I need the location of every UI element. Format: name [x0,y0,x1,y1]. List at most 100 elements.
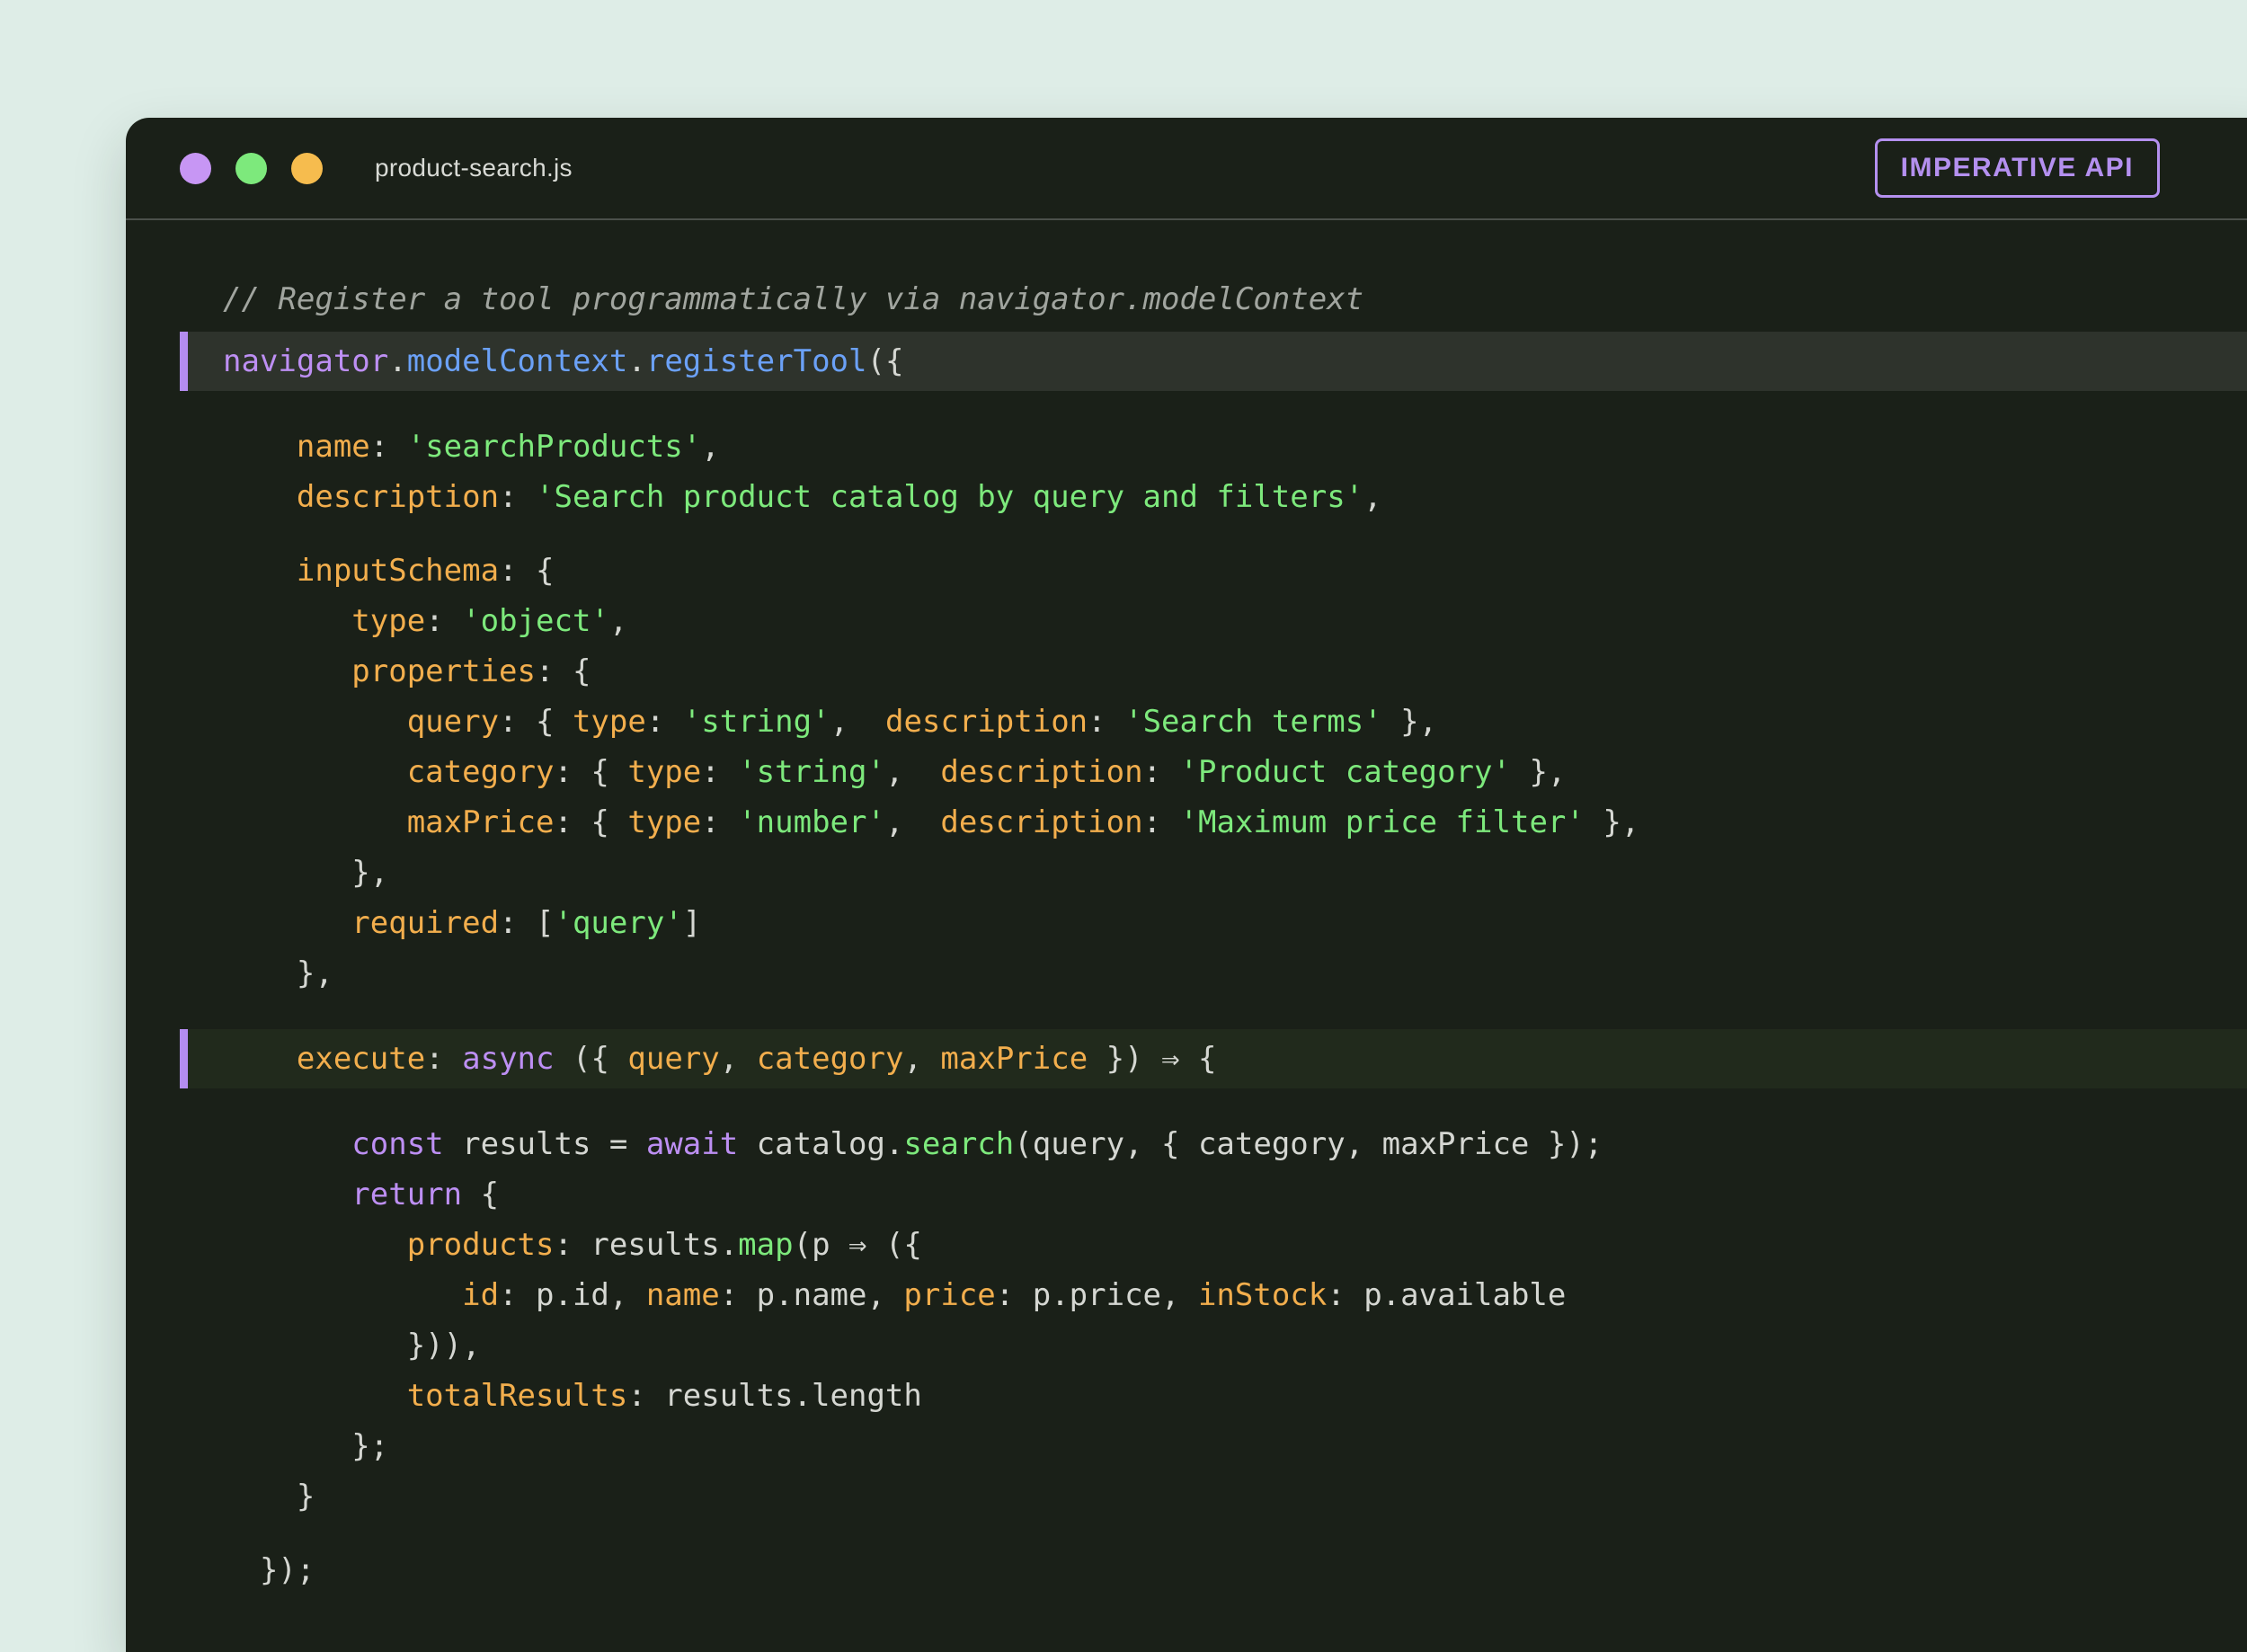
code-blank-line [126,1522,2247,1545]
code-token: 'query' [554,905,682,941]
code-token: 'number' [738,804,885,840]
code-line: query: { type: 'string', description: 'S… [126,697,2247,747]
code-token: : { [536,653,591,689]
code-token: category [757,1041,904,1077]
code-token: : results. [554,1227,738,1263]
code-token: modelContext [407,343,628,379]
code-token: : p.price, [996,1277,1198,1313]
code-line: }, [126,948,2247,999]
window-title: product-search.js [375,154,573,182]
code-token: (query, { category, maxPrice }); [1014,1126,1603,1162]
code-token: 'searchProducts' [407,429,702,465]
code-token: totalResults [407,1378,628,1414]
code-token: description [885,704,1088,740]
code-token: async [462,1041,554,1077]
code-token: : { [554,754,627,790]
code-token: 'Search product catalog by query and fil… [536,479,1363,515]
code-token: , [609,603,627,639]
code-token: : [425,1041,462,1077]
code-token: type [627,754,701,790]
editor-window: product-search.js IMPERATIVE API // Regi… [126,118,2247,1652]
code-line: execute: async ({ query, category, maxPr… [180,1029,2247,1088]
code-token: inStock [1198,1277,1327,1313]
close-window-icon[interactable] [180,153,211,184]
code-token: }, [1382,704,1437,740]
code-token: : [701,754,738,790]
code-token: navigator [223,343,388,379]
code-token: await [646,1126,738,1162]
code-token: }) ⇒ { [1088,1041,1216,1077]
code-token: : results.length [627,1378,922,1414]
code-token: : { [499,553,554,589]
code-token: : [701,804,738,840]
code-token: type [573,704,646,740]
code-token: : [646,704,683,740]
code-token: , [701,429,719,465]
code-token: 'Search terms' [1124,704,1382,740]
code-token: : [1088,704,1124,740]
code-token: name [297,429,370,465]
code-token: catalog. [738,1126,903,1162]
code-token: , [885,804,940,840]
code-token: }, [1585,804,1639,840]
code-token [223,1277,462,1313]
code-token: : { [499,704,573,740]
minimize-window-icon[interactable] [235,153,267,184]
code-token: : { [554,804,627,840]
code-token: }, [1511,754,1566,790]
code-token: 'string' [738,754,885,790]
code-line: } [126,1471,2247,1522]
code-token: description [940,754,1142,790]
code-token: ({ [555,1041,628,1077]
code-token [223,603,351,639]
code-line: required: ['query'] [126,898,2247,948]
code-token: inputSchema [297,553,499,589]
code-token: }; [223,1428,388,1464]
code-token: : [ [499,905,554,941]
maximize-window-icon[interactable] [291,153,323,184]
code-token: : p.available [1327,1277,1566,1313]
code-line: })), [126,1320,2247,1371]
code-line: }); [126,1545,2247,1595]
code-token: type [627,804,701,840]
code-token: : [1143,754,1180,790]
code-token: { [462,1177,499,1212]
code-token: . [627,343,645,379]
code-token: }, [223,955,333,991]
code-line: products: results.map(p ⇒ ({ [126,1220,2247,1270]
code-line: name: 'searchProducts', [126,422,2247,472]
code-token: category [407,754,555,790]
code-token: query [627,1041,719,1077]
code-token [223,653,351,689]
code-token [223,479,297,515]
page-background: { "window": { "title": "product-search.j… [0,0,2247,1616]
code-token: map [738,1227,793,1263]
code-token: results = [444,1126,646,1162]
code-token: , [830,704,885,740]
code-token: description [940,804,1142,840]
code-token [223,905,351,941]
code-token [223,1227,407,1263]
code-token: . [388,343,406,379]
code-token: }); [223,1552,315,1588]
code-token: name [646,1277,720,1313]
code-token [223,1177,351,1212]
code-token: type [351,603,425,639]
code-token [223,429,297,465]
titlebar: product-search.js IMPERATIVE API [126,118,2247,220]
code-line: navigator.modelContext.registerTool({ [180,332,2247,391]
code-token: (p ⇒ ({ [794,1227,922,1263]
code-token: price [903,1277,995,1313]
code-token: query [407,704,499,740]
code-token [223,1041,297,1077]
code-blank-line [126,522,2247,546]
api-badge: IMPERATIVE API [1875,138,2160,198]
code-token: 'object' [462,603,609,639]
code-blank-line [126,999,2247,1022]
code-token: } [223,1479,315,1514]
code-token: 'Product category' [1180,754,1511,790]
code-line: type: 'object', [126,596,2247,646]
code-line: totalResults: results.length [126,1371,2247,1421]
code-token: required [351,905,499,941]
code-token: 'string' [683,704,830,740]
